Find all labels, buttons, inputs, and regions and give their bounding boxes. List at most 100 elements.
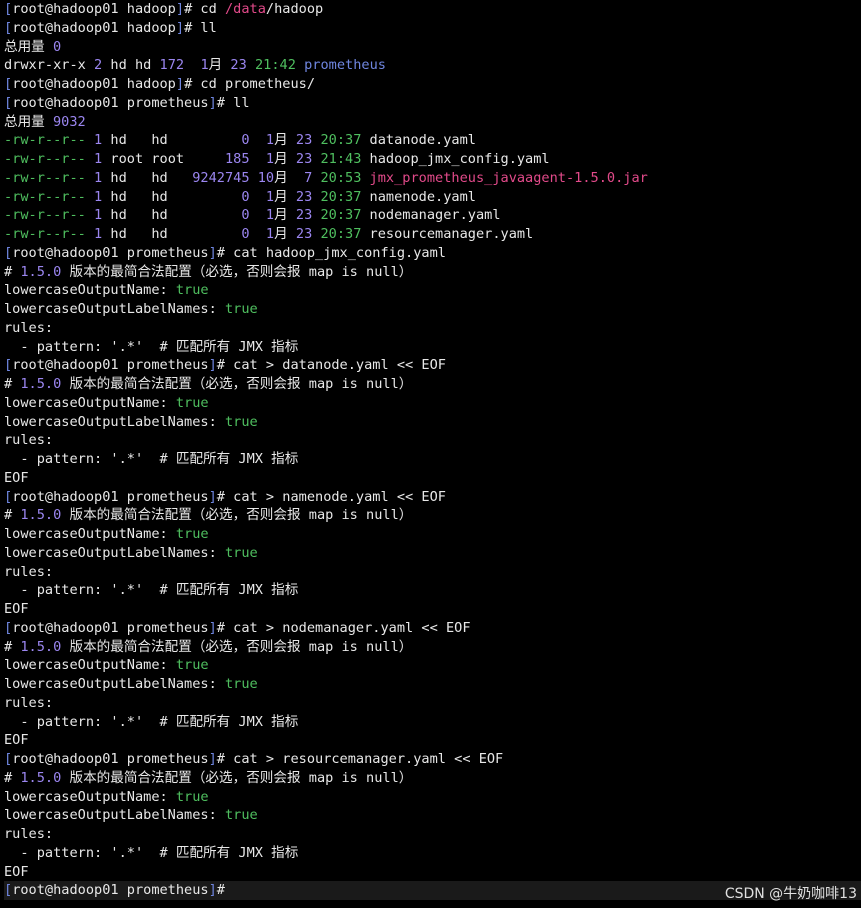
terminal-text-segment: lowercaseOutputName [4, 657, 160, 674]
terminal-text-segment: 1 [265, 188, 275, 205]
terminal-text-segment: drwxr-xr-x [4, 57, 95, 74]
terminal-text-segment: 20:37 [320, 188, 362, 205]
terminal-line: rules: [4, 563, 861, 582]
terminal-text-segment: - pattern: '.*' # 匹配所有 JMX 指标 [4, 451, 299, 467]
terminal-text-segment: root@hadoop01 prometheus [12, 357, 209, 374]
terminal-text-segment: namenode.yaml [361, 188, 476, 205]
terminal-line: lowercaseOutputName: true [4, 788, 861, 807]
terminal-text-segment: 1.5.0 [20, 376, 62, 392]
terminal-text-segment: true [175, 657, 209, 674]
terminal-text-segment: 20:53 [320, 169, 362, 186]
terminal-text-segment: # cat > nodemanager.yaml << EOF [216, 619, 471, 636]
terminal-line: 总用量 9032 [4, 113, 861, 132]
terminal-text-segment: root@hadoop01 hadoop [12, 19, 176, 36]
terminal-text-segment: root@hadoop01 prometheus [12, 751, 209, 767]
terminal-line: [root@hadoop01 hadoop]# cd /data/hadoop [4, 0, 861, 19]
terminal-line: lowercaseOutputName: true [4, 525, 861, 544]
terminal-line: rules: [4, 319, 861, 338]
terminal-text-segment: lowercaseOutputLabelNames [4, 676, 209, 692]
terminal-text-segment: hd hd [102, 226, 242, 242]
terminal-text-segment: EOF [4, 601, 29, 617]
terminal-text-segment: 1 [265, 207, 275, 224]
terminal-text-segment: true [175, 394, 209, 411]
terminal-text-segment: true [175, 282, 209, 299]
terminal-text-segment: [ [4, 244, 13, 261]
terminal-text-segment: hadoop_jmx_config.yaml [361, 151, 550, 167]
terminal-text-segment: ] [208, 882, 217, 899]
terminal-text-segment: [ [4, 19, 13, 36]
terminal-text-segment: [ [4, 488, 13, 505]
terminal-text-segment: true [224, 544, 258, 561]
terminal-text-segment: 1 [265, 226, 275, 242]
terminal-text-segment: rules: [4, 319, 54, 336]
terminal-text-segment: root@hadoop01 hadoop [12, 76, 176, 92]
terminal-text-segment: 1 [94, 169, 103, 186]
terminal-text-segment: lowercaseOutputLabelNames [4, 807, 209, 824]
terminal-text-segment: # [4, 507, 21, 524]
terminal-text-segment: rules: [4, 432, 54, 449]
terminal-text-segment: ] [208, 244, 217, 261]
terminal-line: [root@hadoop01 prometheus]# cat hadoop_j… [4, 244, 861, 263]
terminal-text-segment: # cd prometheus/ [184, 76, 316, 92]
terminal-text-segment: ] [175, 19, 185, 36]
terminal-text-segment: 1.5.0 [20, 638, 62, 655]
terminal-text-segment: [ [4, 76, 13, 92]
terminal-text-segment: root@hadoop01 hadoop [12, 1, 176, 17]
terminal-text-segment: EOF [4, 469, 29, 486]
terminal-text-segment: - pattern: '.*' # 匹配所有 JMX 指标 [4, 844, 299, 861]
terminal-text-segment: 月 [208, 57, 231, 74]
terminal-text-segment: -rw-r--r-- [4, 188, 95, 205]
terminal-line: lowercaseOutputName: true [4, 281, 861, 300]
terminal-line: - pattern: '.*' # 匹配所有 JMX 指标 [4, 713, 861, 732]
terminal-text-segment: lowercaseOutputName [4, 526, 160, 542]
terminal-text-segment: 1.5.0 [20, 263, 62, 280]
terminal-text-segment: lowercaseOutputName [4, 394, 160, 411]
terminal-text-segment: lowercaseOutputName [4, 282, 160, 299]
terminal-line: [root@hadoop01 prometheus]# cat > nodema… [4, 619, 861, 638]
terminal-text-segment: 月 [274, 188, 296, 205]
terminal-line: rules: [4, 431, 861, 450]
terminal-text-segment: root@hadoop01 prometheus [12, 882, 209, 899]
terminal-text-segment: 版本的最简合法配置（必选，否则会报 map is null） [61, 507, 413, 524]
terminal-text-segment: 23 [295, 151, 313, 167]
terminal-text-segment: 23 [295, 226, 313, 242]
terminal-line: - pattern: '.*' # 匹配所有 JMX 指标 [4, 450, 861, 469]
watermark: CSDN @牛奶咖啡13 [724, 886, 857, 902]
terminal-text-segment: true [224, 676, 258, 692]
terminal-window[interactable]: [root@hadoop01 hadoop]# cd /data/hadoop[… [0, 0, 861, 908]
terminal-text-segment: jmx_prometheus_javaagent-1.5.0.jar [361, 169, 648, 186]
terminal-text-segment: - pattern: '.*' # 匹配所有 JMX 指标 [4, 338, 299, 355]
terminal-text-segment: 1 [94, 226, 103, 242]
terminal-line: # 1.5.0 版本的最简合法配置（必选，否则会报 map is null） [4, 769, 861, 788]
terminal-text-segment: 版本的最简合法配置（必选，否则会报 map is null） [61, 263, 413, 280]
terminal-line: - pattern: '.*' # 匹配所有 JMX 指标 [4, 844, 861, 863]
terminal-text-segment: 版本的最简合法配置（必选，否则会报 map is null） [61, 376, 413, 392]
terminal-line: [root@hadoop01 prometheus]# cat > resour… [4, 750, 861, 769]
terminal-text-segment: 1 [200, 57, 209, 74]
terminal-line: drwxr-xr-x 2 hd hd 172 1月 23 21:42 prome… [4, 56, 861, 75]
terminal-text-segment: 0 [241, 188, 250, 205]
terminal-text-segment: : [208, 413, 225, 430]
terminal-text-segment: 0 [241, 226, 250, 242]
terminal-text-segment: [ [4, 619, 13, 636]
terminal-text-segment: # [4, 376, 21, 392]
terminal-line: EOF [4, 731, 861, 750]
terminal-text-segment: ] [208, 357, 217, 374]
terminal-text-segment: hd hd [102, 57, 160, 74]
terminal-text-segment: rules: [4, 694, 54, 711]
terminal-text-segment: 23 [295, 132, 313, 149]
terminal-text-segment: nodemanager.yaml [361, 207, 501, 224]
terminal-text-segment: 总用量 [4, 113, 53, 130]
terminal-text-segment: ] [208, 488, 217, 505]
terminal-text-segment: lowercaseOutputLabelNames [4, 301, 209, 317]
terminal-text-segment: 21:43 [320, 151, 362, 167]
terminal-text-segment: : [159, 526, 176, 542]
terminal-text-segment: : [159, 394, 176, 411]
terminal-text-segment: 23 [295, 188, 313, 205]
terminal-text-segment: : [208, 807, 225, 824]
terminal-text-segment: : [159, 282, 176, 299]
terminal-text-segment: - pattern: '.*' # 匹配所有 JMX 指标 [4, 713, 299, 730]
terminal-text-segment: 20:37 [320, 226, 362, 242]
